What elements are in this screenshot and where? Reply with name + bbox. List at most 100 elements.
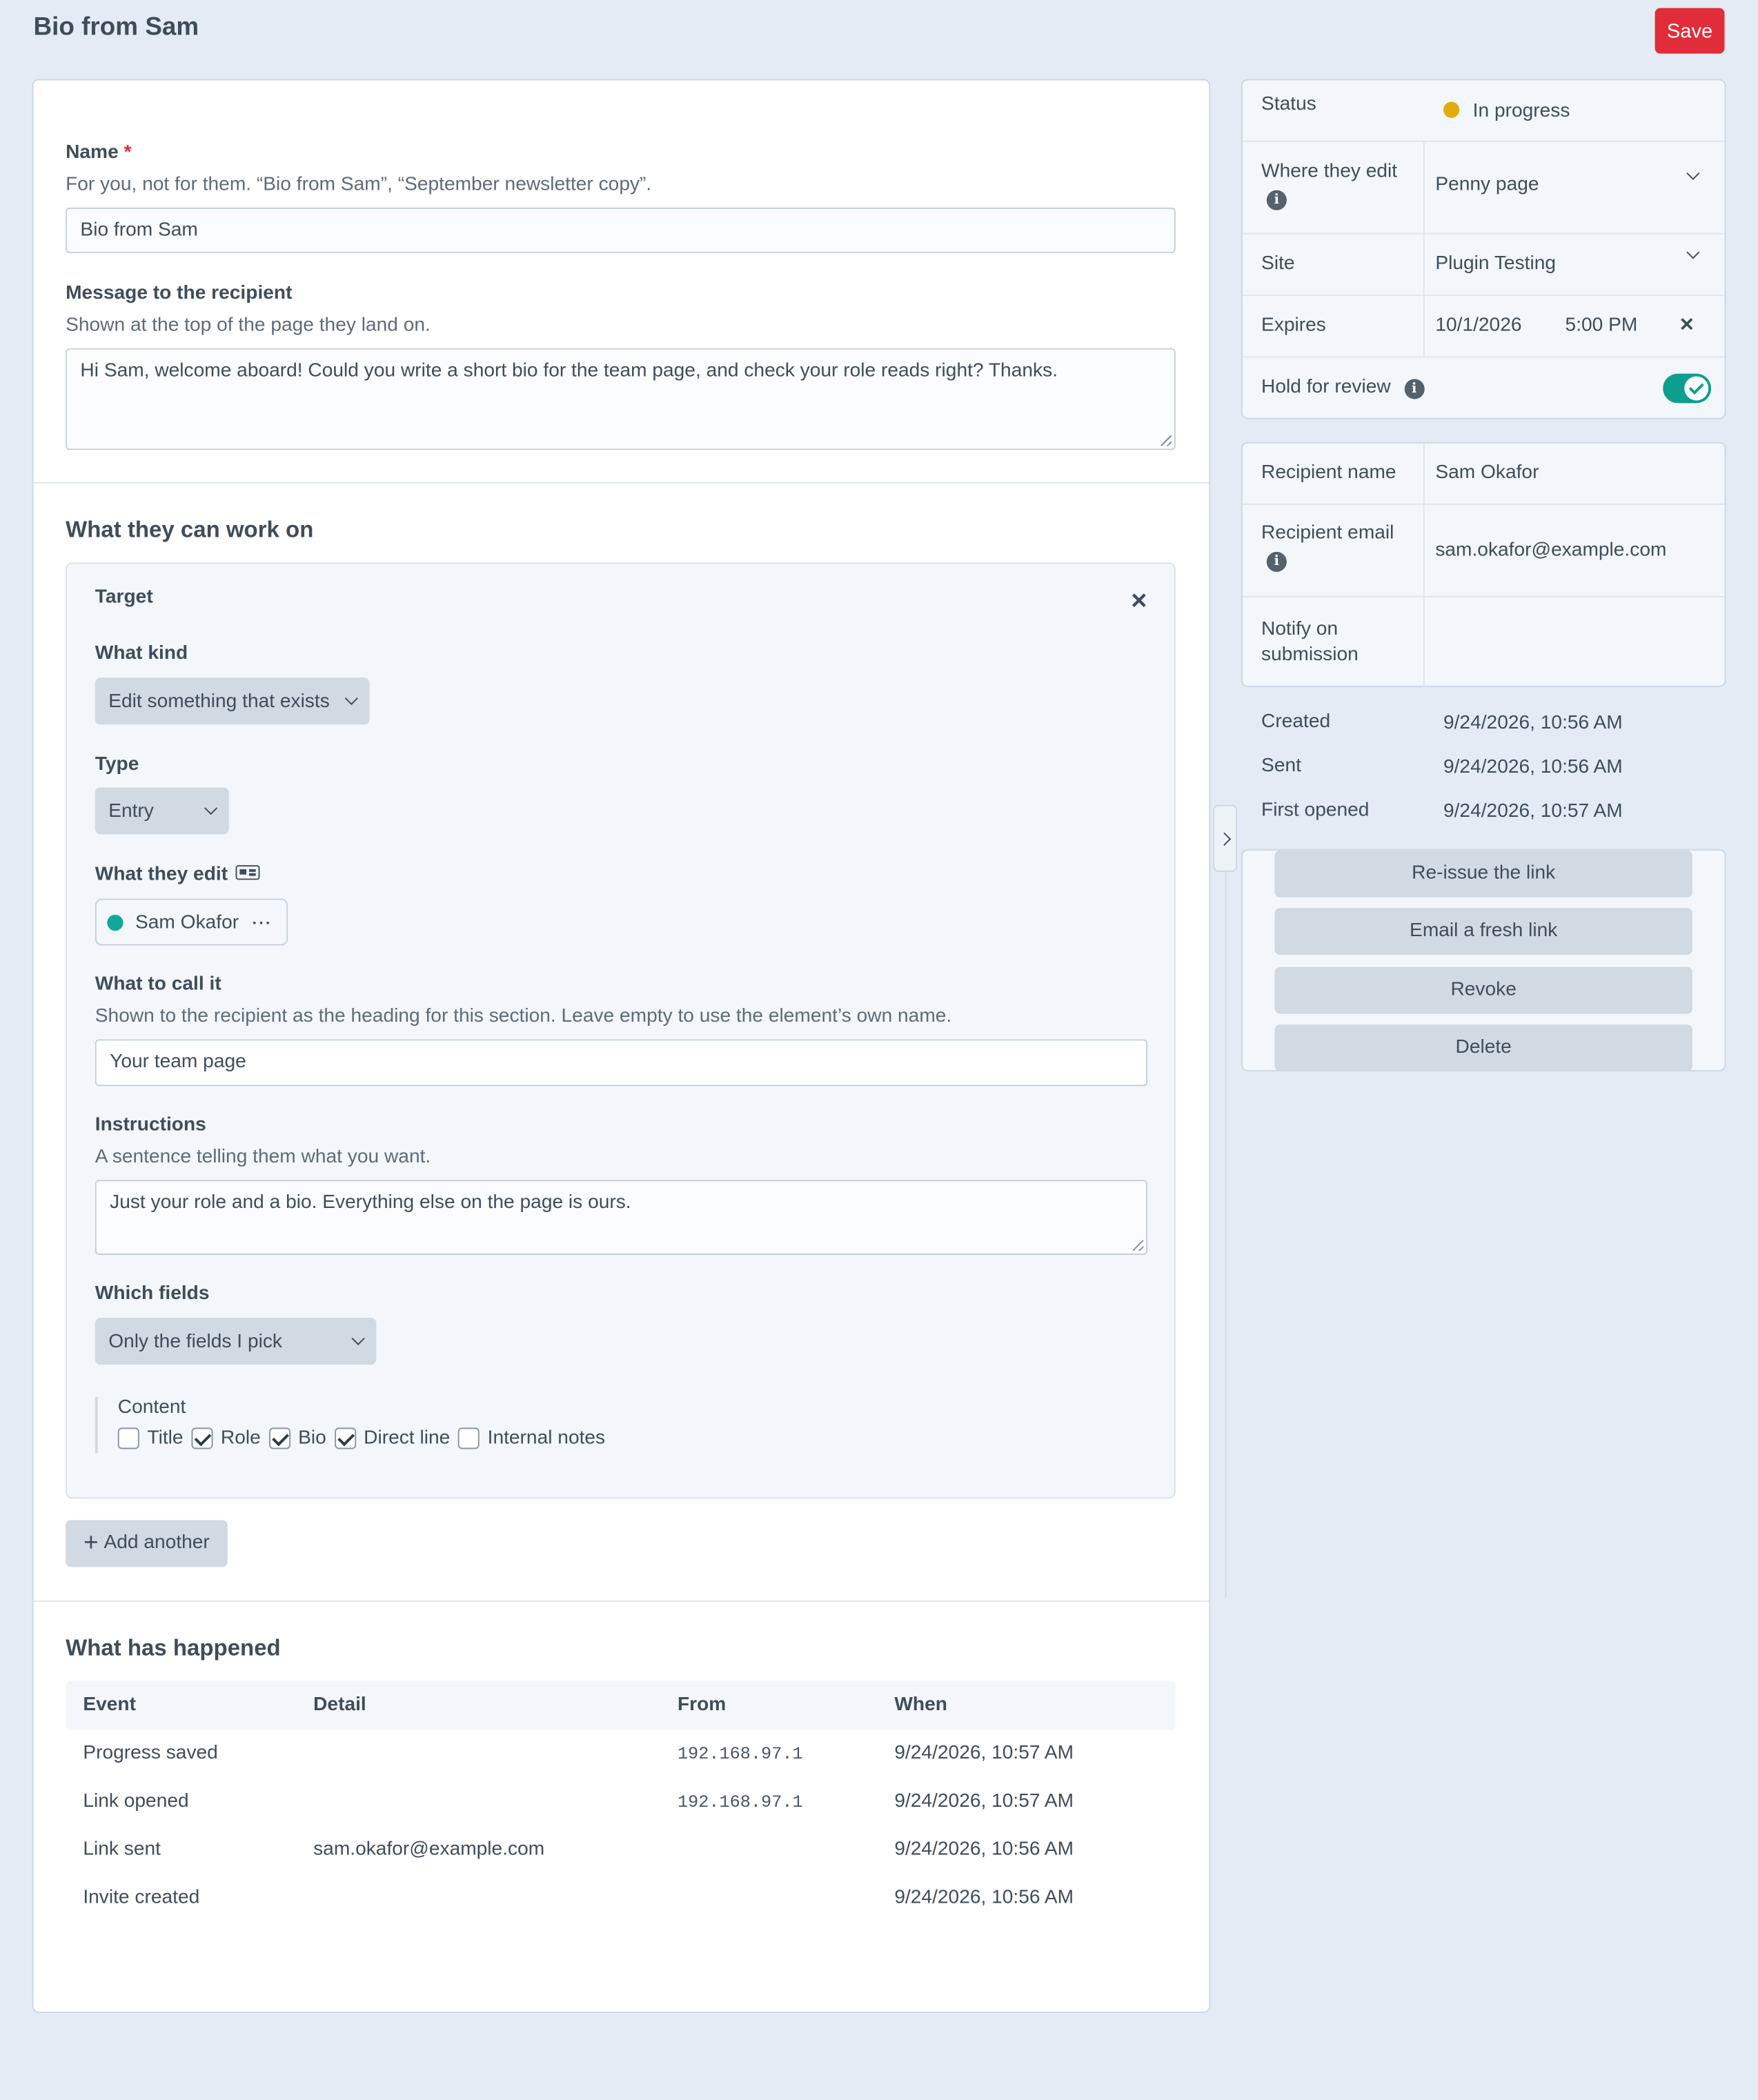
checkbox-checked-icon[interactable] xyxy=(191,1427,213,1449)
checkbox-icon[interactable] xyxy=(457,1427,480,1449)
expires-time-input[interactable]: 5:00 PM xyxy=(1566,315,1638,336)
info-icon[interactable]: i xyxy=(1266,190,1287,210)
sent-value: 9/24/2026, 10:56 AM xyxy=(1443,756,1623,778)
name-hint: For you, not for them. “Bio from Sam”, “… xyxy=(66,174,652,196)
row-event: Link opened xyxy=(83,1790,189,1812)
instructions-text: Just your role and a bio. Everything els… xyxy=(110,1191,631,1214)
checkbox-title[interactable]: Title xyxy=(117,1427,184,1449)
page-title: Bio from Sam xyxy=(33,13,199,42)
row-detail: sam.okafor@example.com xyxy=(313,1839,545,1861)
checkbox-bio[interactable]: Bio xyxy=(268,1427,326,1449)
status-dot-icon xyxy=(107,913,124,931)
checkbox-checked-icon[interactable] xyxy=(334,1427,356,1449)
site-select[interactable]: Plugin Testing xyxy=(1435,246,1717,275)
kind-select[interactable]: Edit something that exists xyxy=(95,677,370,725)
reissue-link-button[interactable]: Re-issue the link xyxy=(1274,850,1692,898)
edit-label-text: What they edit xyxy=(95,864,228,886)
chevron-down-icon xyxy=(204,801,218,815)
clear-expiry-icon[interactable]: ✕ xyxy=(1679,313,1695,336)
checkbox-direct-line[interactable]: Direct line xyxy=(334,1427,450,1449)
name-input[interactable]: Bio from Sam xyxy=(66,207,1176,253)
name-label-text: Name xyxy=(66,141,119,164)
expires-date-input[interactable]: 10/1/2026 xyxy=(1435,315,1521,336)
call-hint: Shown to the recipient as the heading fo… xyxy=(95,1005,952,1027)
notify-row: Notify on submission xyxy=(1243,597,1725,689)
history-table-body: Progress saved 192.168.97.1 9/24/2026, 1… xyxy=(66,1743,1176,1936)
column-divider xyxy=(1423,296,1425,357)
add-another-button[interactable]: + Add another xyxy=(66,1520,228,1567)
edit-label: What they edit xyxy=(95,864,260,885)
checkbox-label: Title xyxy=(147,1427,184,1449)
recipient-email-input[interactable]: sam.okafor@example.com xyxy=(1435,539,1666,561)
checkbox-label: Bio xyxy=(298,1427,326,1449)
status-dot-icon xyxy=(1443,101,1460,119)
work-section-title: What they can work on xyxy=(66,517,314,543)
actions-card: Re-issue the link Email a fresh link Rev… xyxy=(1241,849,1726,1072)
target-title: Target xyxy=(95,586,153,608)
chevron-right-icon xyxy=(1218,832,1232,846)
checkbox-icon[interactable] xyxy=(117,1427,139,1449)
column-divider xyxy=(1423,597,1425,689)
row-when: 9/24/2026, 10:56 AM xyxy=(894,1887,1074,1909)
message-textarea[interactable]: Hi Sam, welcome aboard! Could you write … xyxy=(66,348,1176,450)
call-input[interactable]: Your team page xyxy=(95,1039,1148,1087)
checkbox-checked-icon[interactable] xyxy=(268,1427,290,1449)
expires-row: Expires 10/1/2026 5:00 PM ✕ xyxy=(1242,296,1725,358)
sidebar-divider xyxy=(1225,871,1227,1598)
where-label: Where they edit i xyxy=(1261,161,1397,210)
row-event: Progress saved xyxy=(83,1742,218,1764)
checkbox-label: Role xyxy=(220,1427,261,1449)
email-fresh-link-button[interactable]: Email a fresh link xyxy=(1274,908,1692,955)
fields-select[interactable]: Only the fields I pick xyxy=(95,1318,377,1365)
hold-label-text: Hold for review xyxy=(1261,376,1391,398)
collapse-sidebar-button[interactable] xyxy=(1213,804,1238,872)
message-text: Hi Sam, welcome aboard! Could you write … xyxy=(80,360,1058,382)
hold-for-review-toggle[interactable] xyxy=(1663,373,1712,404)
fields-label: Which fields xyxy=(95,1282,210,1305)
row-when: 9/24/2026, 10:57 AM xyxy=(894,1790,1074,1812)
fieldset-bar xyxy=(95,1396,98,1454)
message-hint: Shown at the top of the page they land o… xyxy=(66,315,431,337)
settings-card: Status In progress Where they edit i Penn… xyxy=(1241,79,1726,419)
field-checkbox-group: Title Role Bio Direct line Internal note… xyxy=(117,1427,613,1449)
checkbox-internal-notes[interactable]: Internal notes xyxy=(457,1427,605,1449)
column-divider xyxy=(1423,234,1425,295)
site-row: Site Plugin Testing xyxy=(1242,234,1725,297)
opened-label: First opened xyxy=(1261,799,1370,822)
resize-handle-icon[interactable] xyxy=(1161,435,1172,446)
edit-chip-label: Sam Okafor xyxy=(135,911,239,933)
fields-select-value: Only the fields I pick xyxy=(108,1330,282,1352)
recipient-card: Recipient name Sam Okafor Recipient emai… xyxy=(1241,442,1726,689)
type-select-value: Entry xyxy=(108,800,154,822)
row-when: 9/24/2026, 10:57 AM xyxy=(894,1742,1074,1764)
remove-target-icon[interactable]: ✕ xyxy=(1130,588,1148,615)
revoke-button[interactable]: Revoke xyxy=(1274,967,1692,1014)
check-icon xyxy=(1684,376,1709,401)
column-header-event: Event xyxy=(83,1694,136,1716)
checkbox-role[interactable]: Role xyxy=(191,1427,261,1449)
table-row: Link sent sam.okafor@example.com 9/24/20… xyxy=(66,1839,1176,1887)
save-button[interactable]: Save xyxy=(1655,8,1725,54)
column-header-from: From xyxy=(677,1694,727,1716)
info-icon[interactable]: i xyxy=(1266,551,1287,572)
instructions-label: Instructions xyxy=(95,1114,206,1136)
column-divider xyxy=(1423,504,1425,596)
delete-button[interactable]: Delete xyxy=(1274,1024,1692,1072)
column-header-detail: Detail xyxy=(313,1694,366,1716)
more-options-icon[interactable]: ··· xyxy=(253,913,273,931)
recipient-name-input[interactable]: Sam Okafor xyxy=(1435,462,1539,484)
row-event: Invite created xyxy=(83,1887,200,1909)
where-select[interactable]: Penny page xyxy=(1435,166,1717,195)
resize-handle-icon[interactable] xyxy=(1132,1240,1144,1251)
notify-label: Notify on submission xyxy=(1261,618,1359,666)
instructions-hint: A sentence telling them what you want. xyxy=(95,1146,431,1168)
edit-element-chip[interactable]: Sam Okafor ··· xyxy=(95,898,288,946)
recipient-email-label-text: Recipient email xyxy=(1261,522,1394,544)
instructions-textarea[interactable]: Just your role and a bio. Everything els… xyxy=(95,1180,1148,1255)
add-another-label: Add another xyxy=(103,1531,210,1553)
checkbox-label: Direct line xyxy=(364,1427,451,1449)
info-icon[interactable]: i xyxy=(1404,379,1425,399)
type-select[interactable]: Entry xyxy=(95,787,229,835)
recipient-email-row: Recipient email i sam.okafor@example.com xyxy=(1242,504,1725,597)
chevron-down-icon xyxy=(344,691,359,705)
